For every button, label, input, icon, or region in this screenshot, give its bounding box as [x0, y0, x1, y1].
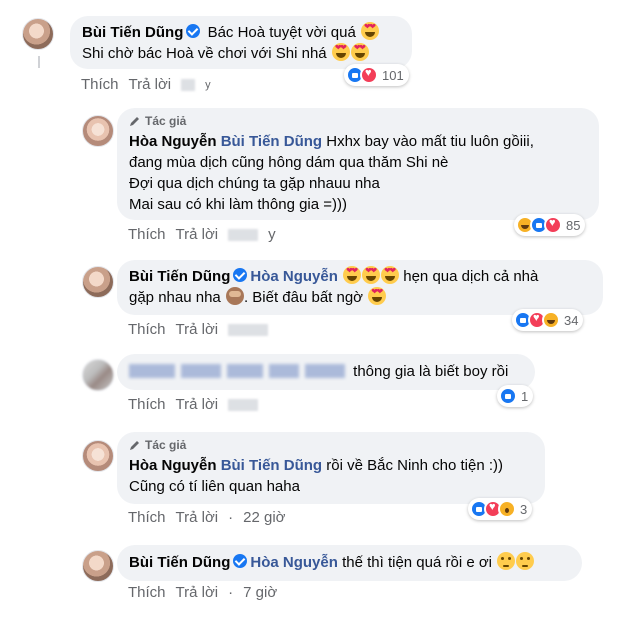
- comment-text: Hxhx bay vào mất tiu luôn gồiii,: [326, 133, 534, 150]
- love-reaction-icon: [544, 216, 562, 234]
- reaction-count: 34: [564, 312, 579, 328]
- blurred-author-name[interactable]: [129, 364, 345, 378]
- like-button[interactable]: Thích: [128, 509, 166, 526]
- comment-bubble: Tác giả Hòa Nguyễn Bùi Tiến Dũng rồi về …: [117, 432, 545, 504]
- comment-author[interactable]: Hòa Nguyễn: [129, 133, 217, 150]
- reply-button[interactable]: Trả lời: [176, 584, 219, 601]
- avatar[interactable]: [82, 115, 114, 147]
- comment-author[interactable]: Bùi Tiến Dũng: [129, 554, 230, 571]
- comment-timestamp[interactable]: 7 giờ: [243, 584, 277, 601]
- reaction-count: 1: [521, 388, 529, 404]
- reaction-count: 3: [520, 501, 528, 517]
- comment-actions: Thích Trả lời · 7 giờ: [128, 584, 278, 601]
- mention-link[interactable]: Bùi Tiến Dũng: [221, 133, 322, 150]
- heart-eyes-emoji-icon: [343, 266, 362, 284]
- author-badge-label: Tác giả: [145, 114, 187, 128]
- comment-text: Đợi qua dịch chúng ta gặp nhauu nha: [129, 175, 380, 192]
- comment-text: Mai sau có khi làm thông gia =))): [129, 196, 348, 213]
- blurred-timestamp: [228, 398, 259, 411]
- reaction-summary[interactable]: 3: [468, 498, 533, 520]
- comment-text: Bác Hoà tuyệt vời quá: [207, 24, 356, 41]
- comment-text: thế thì tiện quá rồi e ơi: [342, 554, 493, 571]
- comment-author[interactable]: Bùi Tiến Dũng: [82, 24, 183, 41]
- avatar[interactable]: [82, 440, 114, 472]
- comment-bubble: thông gia là biết boy rồi: [117, 354, 535, 390]
- comment-bubble: Bùi Tiến Dũng Hòa Nguyễn hẹn qua dịch cả …: [117, 260, 603, 315]
- comment-text: đang mùa dịch cũng hông dám qua thăm Shi…: [129, 154, 449, 171]
- comment-text: gặp nhau nha: [129, 289, 221, 306]
- like-button[interactable]: Thích: [128, 584, 166, 601]
- reply-button[interactable]: Trả lời: [129, 76, 172, 93]
- comment-bubble: Bùi Tiến Dũng Hòa Nguyễn thế thì tiện quá…: [117, 545, 582, 581]
- reaction-summary[interactable]: 101: [344, 64, 409, 86]
- reaction-count: 101: [382, 67, 404, 83]
- reaction-summary[interactable]: 85: [514, 214, 586, 236]
- comment-timestamp[interactable]: 22 giờ: [243, 509, 285, 526]
- reply-button[interactable]: Trả lời: [176, 396, 219, 413]
- comment-text: Shi chờ bác Hoà về chơi với Shi nhá: [82, 45, 327, 62]
- avatar[interactable]: [82, 550, 114, 582]
- comment-author[interactable]: Hòa Nguyễn: [129, 457, 217, 474]
- reply-button[interactable]: Trả lời: [176, 321, 219, 338]
- reaction-count: 85: [566, 217, 581, 233]
- heart-eyes-emoji-icon: [368, 287, 387, 305]
- thread-line: [38, 56, 40, 68]
- blurred-timestamp: [181, 78, 196, 91]
- pencil-icon: [130, 441, 139, 450]
- comment-actions: Thích Trả lời y: [81, 76, 211, 93]
- heart-eyes-emoji-icon: [360, 22, 379, 40]
- comment-actions: Thích Trả lời · 22 giờ: [128, 509, 286, 526]
- avatar[interactable]: [82, 359, 114, 391]
- blurred-timestamp: [228, 228, 259, 241]
- like-button[interactable]: Thích: [128, 396, 166, 413]
- comment-actions: Thích Trả lời: [128, 396, 259, 413]
- reply-button[interactable]: Trả lời: [176, 509, 219, 526]
- love-reaction-icon: [360, 66, 378, 84]
- see-no-evil-monkey-icon: [225, 287, 244, 305]
- comment-text: Cũng có tí liên quan haha: [129, 478, 300, 495]
- reply-button[interactable]: Trả lời: [176, 226, 219, 243]
- verified-badge-icon: [233, 268, 248, 282]
- reaction-summary[interactable]: 34: [512, 309, 584, 331]
- mention-link[interactable]: Hòa Nguyễn: [250, 268, 338, 285]
- mention-link[interactable]: Hòa Nguyễn: [250, 554, 338, 571]
- flushed-face-emoji-icon: [497, 552, 516, 570]
- comment-timestamp[interactable]: y: [268, 226, 276, 243]
- like-button[interactable]: Thích: [81, 76, 119, 93]
- heart-eyes-emoji-icon: [381, 266, 400, 284]
- comment-timestamp[interactable]: y: [205, 79, 211, 91]
- comment-text: . Biết đâu bất ngờ: [243, 289, 364, 306]
- heart-eyes-emoji-icon: [350, 43, 369, 61]
- author-badge-label: Tác giả: [145, 438, 187, 452]
- comment-bubble: Tác giả Hòa Nguyễn Bùi Tiến Dũng Hxhx ba…: [117, 108, 599, 220]
- author-badge: Tác giả: [129, 113, 587, 129]
- like-reaction-icon: [499, 387, 517, 405]
- wow-reaction-icon: [498, 500, 516, 518]
- verified-badge-icon: [186, 24, 201, 38]
- heart-eyes-emoji-icon: [331, 43, 350, 61]
- comment-text: thông gia là biết boy rồi: [353, 363, 509, 380]
- comment-actions: Thích Trả lời y: [128, 226, 276, 243]
- reaction-summary[interactable]: 1: [497, 385, 534, 407]
- haha-reaction-icon: [542, 311, 560, 329]
- blurred-timestamp: [228, 323, 269, 336]
- mention-link[interactable]: Bùi Tiến Dũng: [221, 457, 322, 474]
- comment-text: hẹn qua dịch cả nhà: [403, 268, 539, 285]
- flushed-face-emoji-icon: [516, 552, 535, 570]
- avatar[interactable]: [82, 266, 114, 298]
- like-button[interactable]: Thích: [128, 226, 166, 243]
- comment-text: rồi về Bắc Ninh cho tiện :)): [326, 457, 503, 474]
- verified-badge-icon: [233, 554, 248, 568]
- comment-actions: Thích Trả lời: [128, 321, 269, 338]
- heart-eyes-emoji-icon: [362, 266, 381, 284]
- comment-author[interactable]: Bùi Tiến Dũng: [129, 268, 230, 285]
- author-badge: Tác giả: [129, 437, 533, 453]
- pencil-icon: [130, 117, 139, 126]
- avatar[interactable]: [22, 18, 54, 50]
- comment-bubble: Bùi Tiến Dũng Bác Hoà tuyệt vời quá Shi …: [70, 16, 412, 69]
- like-button[interactable]: Thích: [128, 321, 166, 338]
